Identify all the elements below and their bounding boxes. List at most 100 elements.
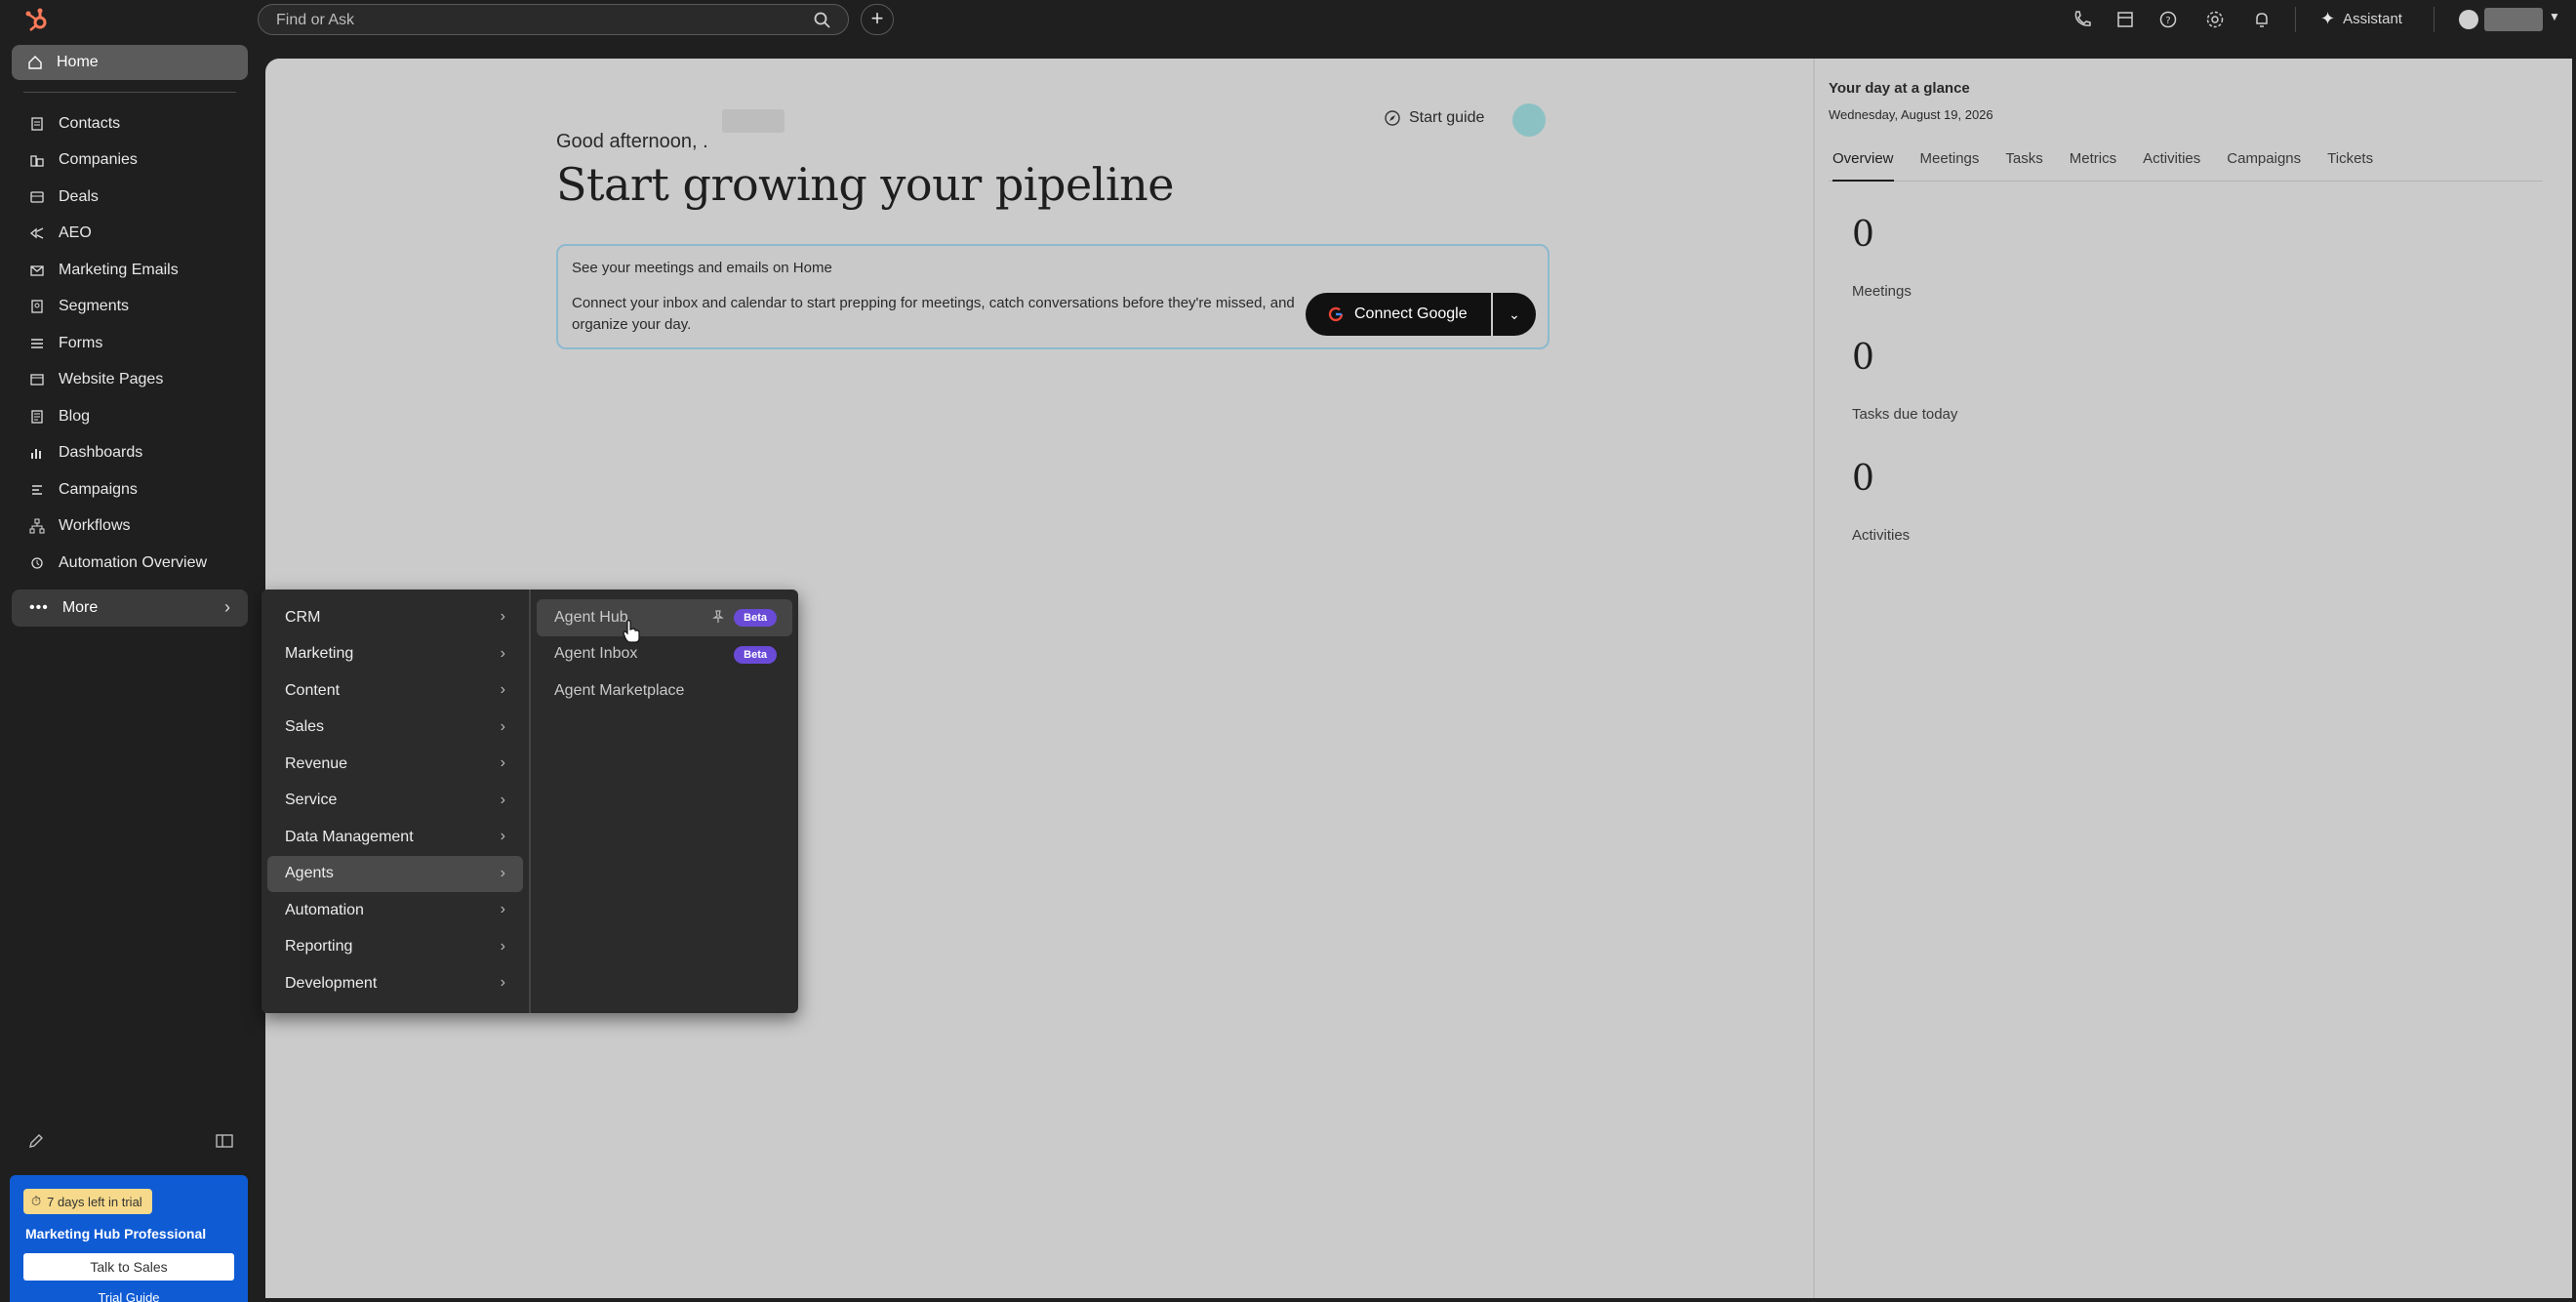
tab-overview[interactable]: Overview bbox=[1832, 142, 1894, 182]
flyout-subitem-agent-marketplace[interactable]: Agent Marketplace bbox=[537, 672, 792, 710]
sidebar-item-website-pages[interactable]: Website Pages bbox=[12, 362, 248, 399]
tab-activities[interactable]: Activities bbox=[2143, 142, 2200, 182]
tab-tasks[interactable]: Tasks bbox=[2005, 142, 2042, 182]
sidebar-item-workflows[interactable]: Workflows bbox=[12, 509, 248, 546]
chevron-right-icon: › bbox=[500, 608, 505, 625]
notifications-icon[interactable] bbox=[2250, 8, 2274, 31]
connect-card-title: See your meetings and emails on Home bbox=[572, 260, 832, 276]
sidebar-item-segments[interactable]: Segments bbox=[12, 289, 248, 326]
flyout-item-content[interactable]: Content › bbox=[267, 672, 523, 710]
talk-to-sales-button[interactable]: Talk to Sales bbox=[23, 1253, 234, 1281]
chevron-right-icon: › bbox=[500, 644, 505, 662]
flyout-subitem-label: Agent Marketplace bbox=[554, 681, 685, 699]
sidebar-item-aeo[interactable]: AEO bbox=[12, 216, 248, 253]
chevron-right-icon: › bbox=[500, 791, 505, 808]
home-icon bbox=[28, 56, 42, 69]
sidebar-item-dashboards[interactable]: Dashboards bbox=[12, 435, 248, 472]
sidebar-item-label: Workflows bbox=[59, 517, 131, 535]
help-icon[interactable]: ? bbox=[2156, 8, 2180, 31]
sidebar-item-label: AEO bbox=[59, 224, 92, 242]
dashboards-icon bbox=[31, 449, 41, 460]
blog-icon bbox=[31, 410, 43, 424]
sidebar-item-more[interactable]: ••• More › bbox=[12, 590, 248, 627]
trial-guide-link[interactable]: Trial Guide bbox=[10, 1290, 248, 1302]
flyout-item-data-management[interactable]: Data Management › bbox=[267, 819, 523, 856]
glance-title: Your day at a glance bbox=[1829, 80, 1970, 97]
sparkle-icon: ✦ bbox=[2320, 9, 2336, 28]
trial-days-text: 7 days left in trial bbox=[47, 1194, 142, 1209]
flyout-item-label: Service bbox=[285, 792, 338, 809]
trial-card: ⏱ 7 days left in trial Marketing Hub Pro… bbox=[10, 1175, 248, 1302]
companies-icon bbox=[30, 155, 44, 167]
contacts-icon bbox=[31, 117, 43, 131]
pin-icon[interactable] bbox=[710, 609, 726, 625]
settings-icon[interactable] bbox=[2203, 8, 2227, 31]
flyout-item-revenue[interactable]: Revenue › bbox=[267, 746, 523, 783]
sidebar-footer-tools bbox=[27, 1132, 234, 1156]
flyout-item-development[interactable]: Development › bbox=[267, 965, 523, 1002]
sidebar-item-home[interactable]: Home bbox=[12, 45, 248, 80]
sidebar: Home Contacts Companies Deals AEO Market… bbox=[0, 41, 256, 1302]
tab-meetings[interactable]: Meetings bbox=[1920, 142, 1980, 182]
sidebar-item-label: Marketing Emails bbox=[59, 261, 179, 278]
sidebar-item-marketing-emails[interactable]: Marketing Emails bbox=[12, 252, 248, 289]
tab-tickets[interactable]: Tickets bbox=[2327, 142, 2373, 182]
chevron-down-icon[interactable]: ▼ bbox=[2549, 10, 2560, 23]
flyout-subitem-agent-hub[interactable]: Agent Hub Beta bbox=[537, 599, 792, 636]
chevron-right-icon: › bbox=[500, 828, 505, 844]
sidebar-item-automation-overview[interactable]: Automation Overview bbox=[12, 545, 248, 582]
create-button[interactable]: + bbox=[861, 4, 894, 35]
phone-icon[interactable] bbox=[2071, 8, 2094, 31]
search-icon[interactable] bbox=[813, 11, 832, 30]
tab-metrics[interactable]: Metrics bbox=[2070, 142, 2116, 182]
flyout-item-crm[interactable]: CRM › bbox=[267, 599, 523, 636]
flyout-divider bbox=[529, 590, 531, 1013]
flyout-item-label: Reporting bbox=[285, 938, 353, 956]
assistant-button[interactable]: ✦ Assistant bbox=[2320, 9, 2402, 29]
website-icon bbox=[30, 374, 44, 386]
forms-icon bbox=[31, 339, 43, 348]
sidebar-item-forms[interactable]: Forms bbox=[12, 325, 248, 362]
guide-progress-icon[interactable] bbox=[1512, 103, 1546, 137]
glance-tabs: Overview Meetings Tasks Metrics Activiti… bbox=[1829, 142, 2543, 182]
hubspot-logo-icon[interactable] bbox=[21, 6, 51, 35]
edit-pencil-icon[interactable] bbox=[27, 1132, 45, 1150]
start-guide-button[interactable]: Start guide bbox=[1384, 109, 1484, 127]
flyout-subitem-agent-inbox[interactable]: Agent Inbox Beta bbox=[537, 636, 792, 673]
flyout-item-automation[interactable]: Automation › bbox=[267, 892, 523, 929]
chevron-right-icon: › bbox=[500, 754, 505, 771]
flyout-item-sales[interactable]: Sales › bbox=[267, 710, 523, 747]
flyout-item-label: Agents bbox=[285, 865, 334, 882]
connect-google-button[interactable]: Connect Google bbox=[1306, 293, 1491, 336]
flyout-item-reporting[interactable]: Reporting › bbox=[267, 929, 523, 966]
flyout-item-label: Automation bbox=[285, 901, 364, 918]
avatar[interactable] bbox=[2459, 10, 2478, 29]
sidebar-item-label: Forms bbox=[59, 334, 103, 351]
sidebar-item-companies[interactable]: Companies bbox=[12, 142, 248, 180]
divider bbox=[23, 92, 236, 93]
sidebar-item-deals[interactable]: Deals bbox=[12, 179, 248, 216]
sidebar-item-campaigns[interactable]: Campaigns bbox=[12, 471, 248, 509]
beta-badge: Beta bbox=[734, 609, 777, 627]
sidebar-item-label: Contacts bbox=[59, 114, 121, 132]
sidebar-nav: Contacts Companies Deals AEO Marketing E… bbox=[12, 105, 248, 582]
more-dots-icon: ••• bbox=[29, 599, 49, 616]
top-bar: Find or Ask + ? ✦ Assistant ▼ bbox=[0, 0, 2576, 41]
tab-campaigns[interactable]: Campaigns bbox=[2227, 142, 2301, 182]
trial-plan-title: Marketing Hub Professional bbox=[25, 1226, 207, 1241]
sidebar-item-label: Blog bbox=[59, 407, 91, 425]
segments-icon bbox=[31, 300, 43, 313]
chevron-down-icon: ⌄ bbox=[1509, 306, 1520, 322]
flyout-item-service[interactable]: Service › bbox=[267, 783, 523, 820]
connect-options-dropdown[interactable]: ⌄ bbox=[1493, 293, 1536, 336]
sidebar-item-blog[interactable]: Blog bbox=[12, 398, 248, 435]
beta-badge: Beta bbox=[734, 645, 777, 664]
flyout-item-marketing[interactable]: Marketing › bbox=[267, 636, 523, 673]
marketplace-icon[interactable] bbox=[2113, 8, 2137, 31]
search-box[interactable]: Find or Ask bbox=[258, 4, 849, 35]
day-at-glance-panel: Your day at a glance Wednesday, August 1… bbox=[1815, 59, 2572, 1298]
flyout-item-agents[interactable]: Agents › bbox=[267, 855, 523, 892]
account-name-redacted[interactable] bbox=[2484, 8, 2543, 31]
sidebar-item-contacts[interactable]: Contacts bbox=[12, 105, 248, 142]
collapse-sidebar-icon[interactable] bbox=[215, 1132, 234, 1150]
